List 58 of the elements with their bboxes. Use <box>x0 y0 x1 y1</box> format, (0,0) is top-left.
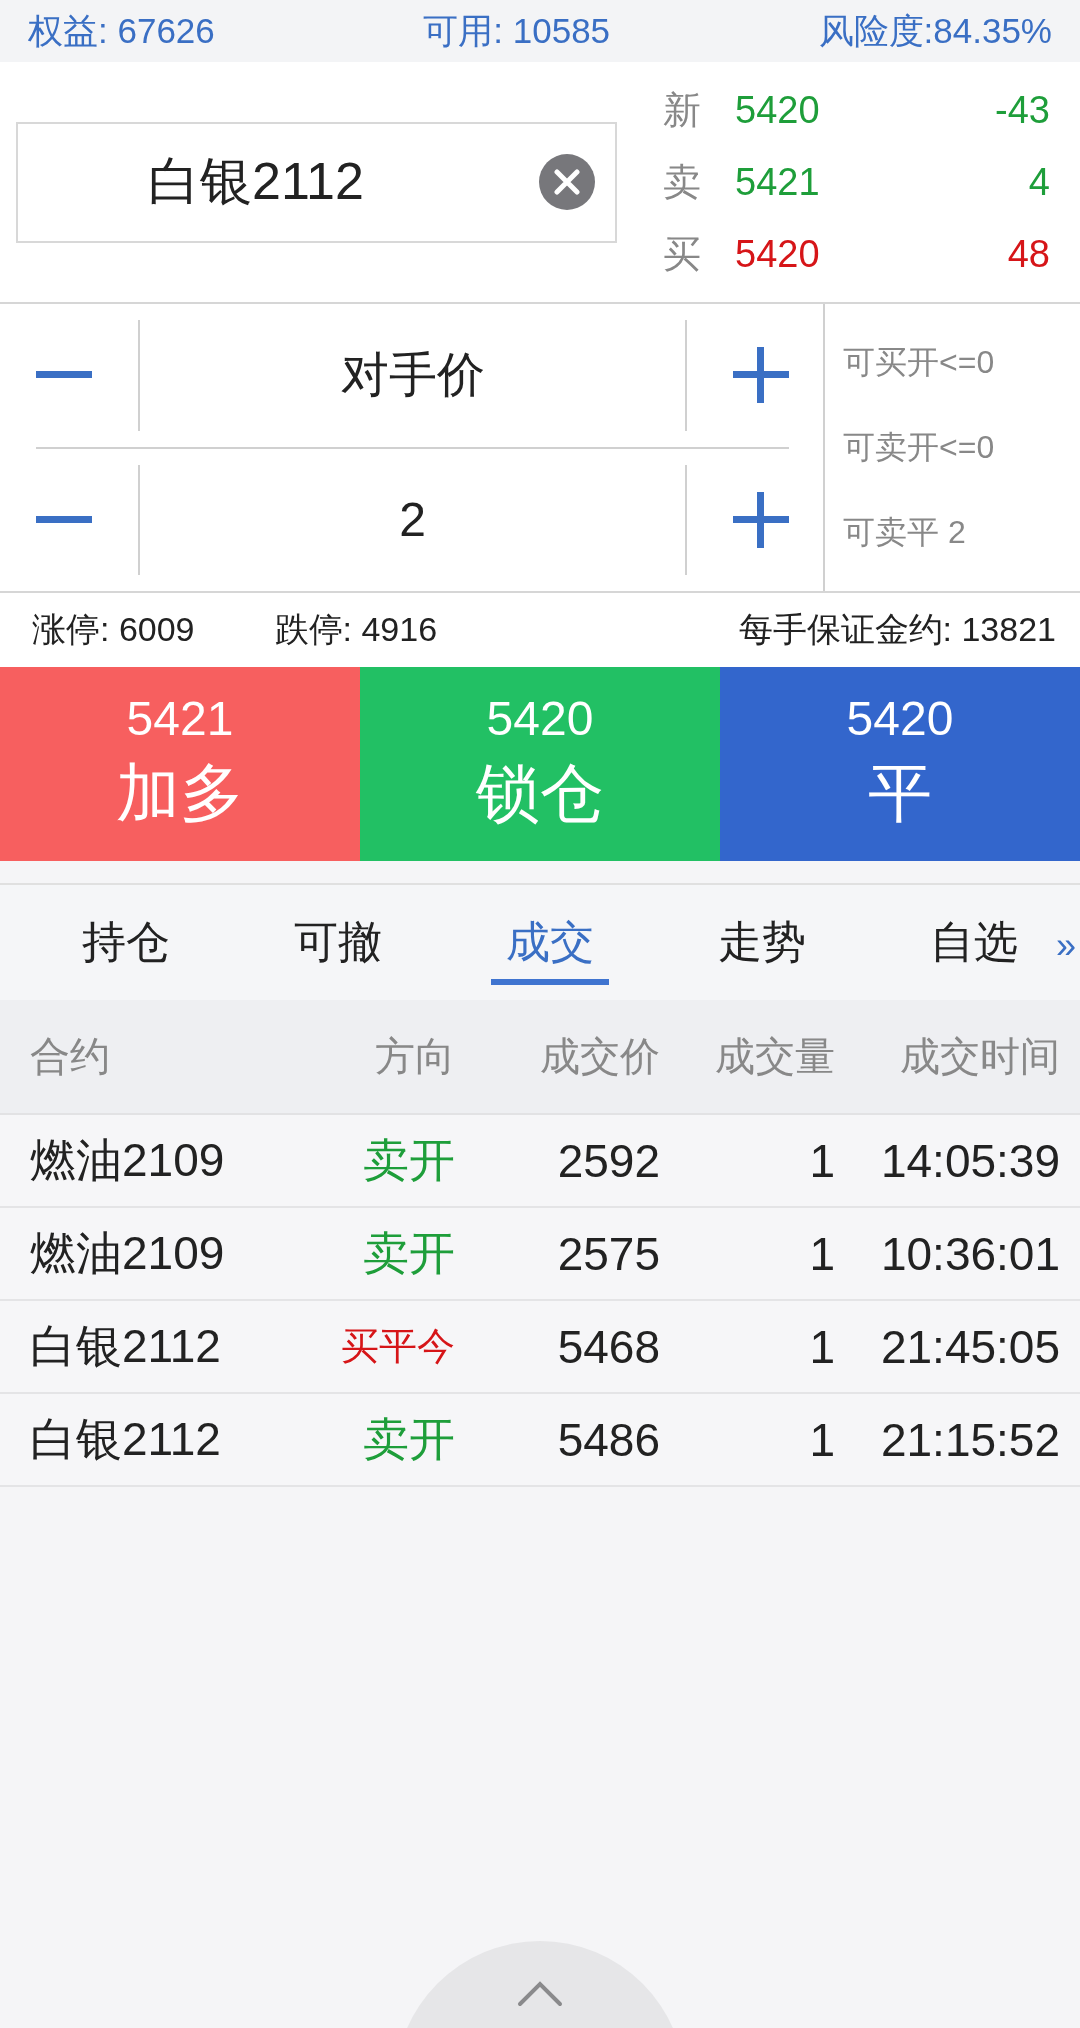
quote-change: -43 <box>995 88 1050 132</box>
table-cell-text: 1 <box>808 1133 835 1188</box>
more-tabs-icon[interactable]: » <box>1055 925 1076 967</box>
quote-price: 5420 <box>735 232 821 276</box>
table-cell-text: 10:36:01 <box>879 1226 1060 1281</box>
account-stat: 风险度:84.35% <box>818 9 1052 52</box>
quote-change: 48 <box>1007 232 1050 276</box>
table-cell-text: 2592 <box>556 1133 660 1188</box>
availability-text: 可卖开<=0 <box>843 427 996 467</box>
chevron-up-icon <box>517 1981 563 2007</box>
column-header: 成交价 <box>539 1033 660 1080</box>
table-cell-text: 买平今 <box>340 1324 455 1369</box>
quote-label: 卖 <box>663 159 702 205</box>
quote-price: 5420 <box>735 88 821 132</box>
limit-up-text: 涨停: 6009 <box>32 609 195 650</box>
quote-change: 4 <box>1028 160 1050 204</box>
table-cell-text: 白银2112 <box>30 1318 222 1374</box>
stepper-value[interactable]: 2 <box>399 492 426 548</box>
table-cell-text: 1 <box>808 1226 835 1281</box>
column-header: 方向 <box>374 1033 455 1080</box>
tab[interactable]: 持仓 <box>20 885 232 1000</box>
column-header: 成交时间 <box>899 1033 1060 1080</box>
quote-label: 买 <box>663 231 702 277</box>
stepper-value[interactable]: 对手价 <box>340 343 485 408</box>
availability-text: 可买开<=0 <box>843 342 996 382</box>
contract-field[interactable]: 白银2112 <box>16 121 617 243</box>
column-header: 成交量 <box>714 1033 835 1080</box>
minus-icon <box>36 515 92 524</box>
table-cell-text: 5486 <box>556 1412 660 1467</box>
minus-icon <box>36 371 92 380</box>
tab[interactable]: 走势 <box>656 885 868 1000</box>
tab[interactable]: 成交 <box>444 885 656 1000</box>
table-cell-text: 卖开 <box>362 1411 455 1467</box>
plus-icon <box>733 347 789 404</box>
table-cell-text: 21:15:52 <box>879 1412 1060 1467</box>
quote-price: 5421 <box>735 160 821 204</box>
margin-text: 每手保证金约: 13821 <box>738 609 1056 650</box>
table-cell-text: 卖开 <box>362 1225 455 1281</box>
availability-text: 可卖平 2 <box>843 512 967 552</box>
table-cell-text: 1 <box>808 1412 835 1467</box>
trade-button[interactable]: 5420 平 <box>720 667 1080 861</box>
close-icon <box>554 168 580 195</box>
column-header: 合约 <box>30 1033 111 1080</box>
table-cell-text: 白银2112 <box>30 1411 222 1467</box>
table-cell-text: 2575 <box>556 1226 660 1281</box>
table-cell-text: 1 <box>808 1319 835 1374</box>
table-cell-text: 21:45:05 <box>879 1319 1060 1374</box>
table-cell-text: 卖开 <box>362 1132 455 1188</box>
account-stat: 权益: 67626 <box>28 9 215 52</box>
account-stat: 可用: 10585 <box>423 9 611 52</box>
limit-down-text: 跌停: 4916 <box>274 609 438 650</box>
quote-label: 新 <box>663 87 702 133</box>
table-cell-text: 14:05:39 <box>879 1133 1060 1188</box>
table-cell-text: 5468 <box>556 1319 660 1374</box>
table-cell-text: 燃油2109 <box>30 1225 226 1281</box>
table-cell-text: 燃油2109 <box>30 1132 226 1188</box>
tab[interactable]: 可撤 <box>232 885 444 1000</box>
plus-icon <box>733 491 789 548</box>
